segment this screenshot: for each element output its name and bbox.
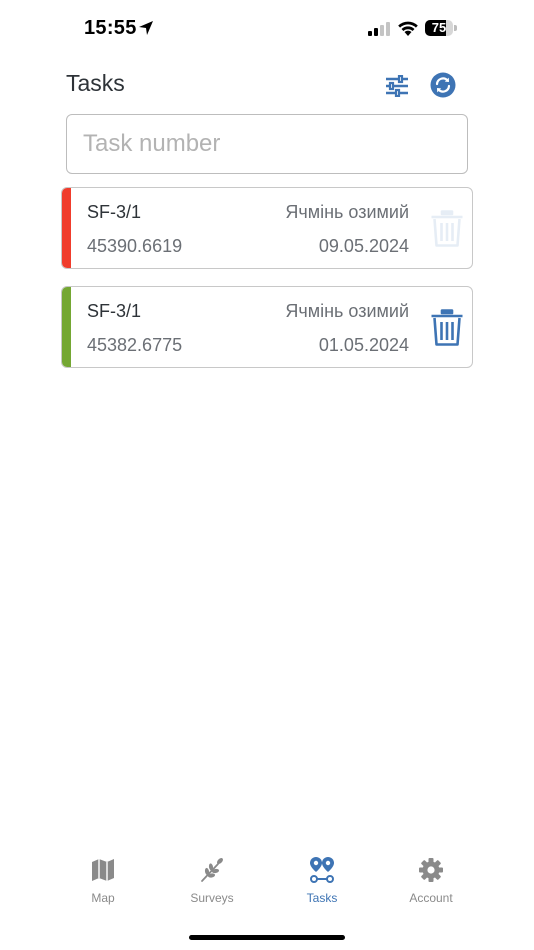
- wheat-icon: [201, 858, 223, 882]
- task-crop: Ячмінь озимий: [285, 301, 409, 321]
- battery-icon: 75: [425, 20, 457, 36]
- task-crop: Ячмінь озимий: [285, 202, 409, 222]
- status-stripe: [62, 188, 71, 268]
- location-arrow-icon: [139, 21, 153, 35]
- task-list: SF-3/1 Ячмінь озимий 45390.6619 09.05.20…: [61, 187, 473, 385]
- task-date: 09.05.2024: [318, 236, 409, 256]
- trash-icon: [431, 210, 463, 247]
- home-indicator[interactable]: [189, 935, 345, 940]
- task-id: SF-3/1: [87, 301, 142, 321]
- status-time: 15:55: [84, 17, 137, 39]
- nav-item-tasks[interactable]: Tasks: [282, 856, 362, 905]
- nav-item-surveys[interactable]: Surveys: [172, 856, 252, 905]
- filter-button[interactable]: [383, 72, 411, 100]
- status-bar: 15:55 75: [0, 0, 534, 58]
- nav-item-account[interactable]: Account: [391, 856, 471, 905]
- nav-label-surveys: Surveys: [190, 891, 234, 905]
- task-id: SF-3/1: [87, 202, 142, 222]
- task-number: 45382.6775: [87, 335, 183, 355]
- nav-label-tasks: Tasks: [306, 891, 338, 905]
- map-icon: [92, 859, 114, 881]
- status-stripe: [62, 287, 71, 367]
- nav-label-account: Account: [409, 891, 453, 905]
- task-number: 45390.6619: [87, 236, 183, 256]
- wifi-icon: [398, 21, 418, 36]
- task-card[interactable]: SF-3/1 Ячмінь озимий 45390.6619 09.05.20…: [61, 187, 473, 269]
- battery-level: 75: [431, 20, 447, 35]
- page-title: Tasks: [66, 70, 125, 96]
- task-card[interactable]: SF-3/1 Ячмінь озимий 45382.6775 01.05.20…: [61, 286, 473, 368]
- bottom-nav: Map Surveys Tasks Account: [0, 856, 534, 916]
- sliders-icon: [386, 75, 408, 97]
- sync-button[interactable]: [430, 72, 456, 98]
- nav-item-map[interactable]: Map: [63, 856, 143, 905]
- task-date: 01.05.2024: [318, 335, 409, 355]
- nav-label-map: Map: [91, 891, 115, 905]
- search-input[interactable]: [66, 114, 468, 174]
- cellular-signal-icon: [368, 22, 390, 36]
- route-pins-icon: [310, 857, 334, 883]
- gear-icon: [419, 858, 443, 882]
- trash-icon[interactable]: [430, 309, 464, 347]
